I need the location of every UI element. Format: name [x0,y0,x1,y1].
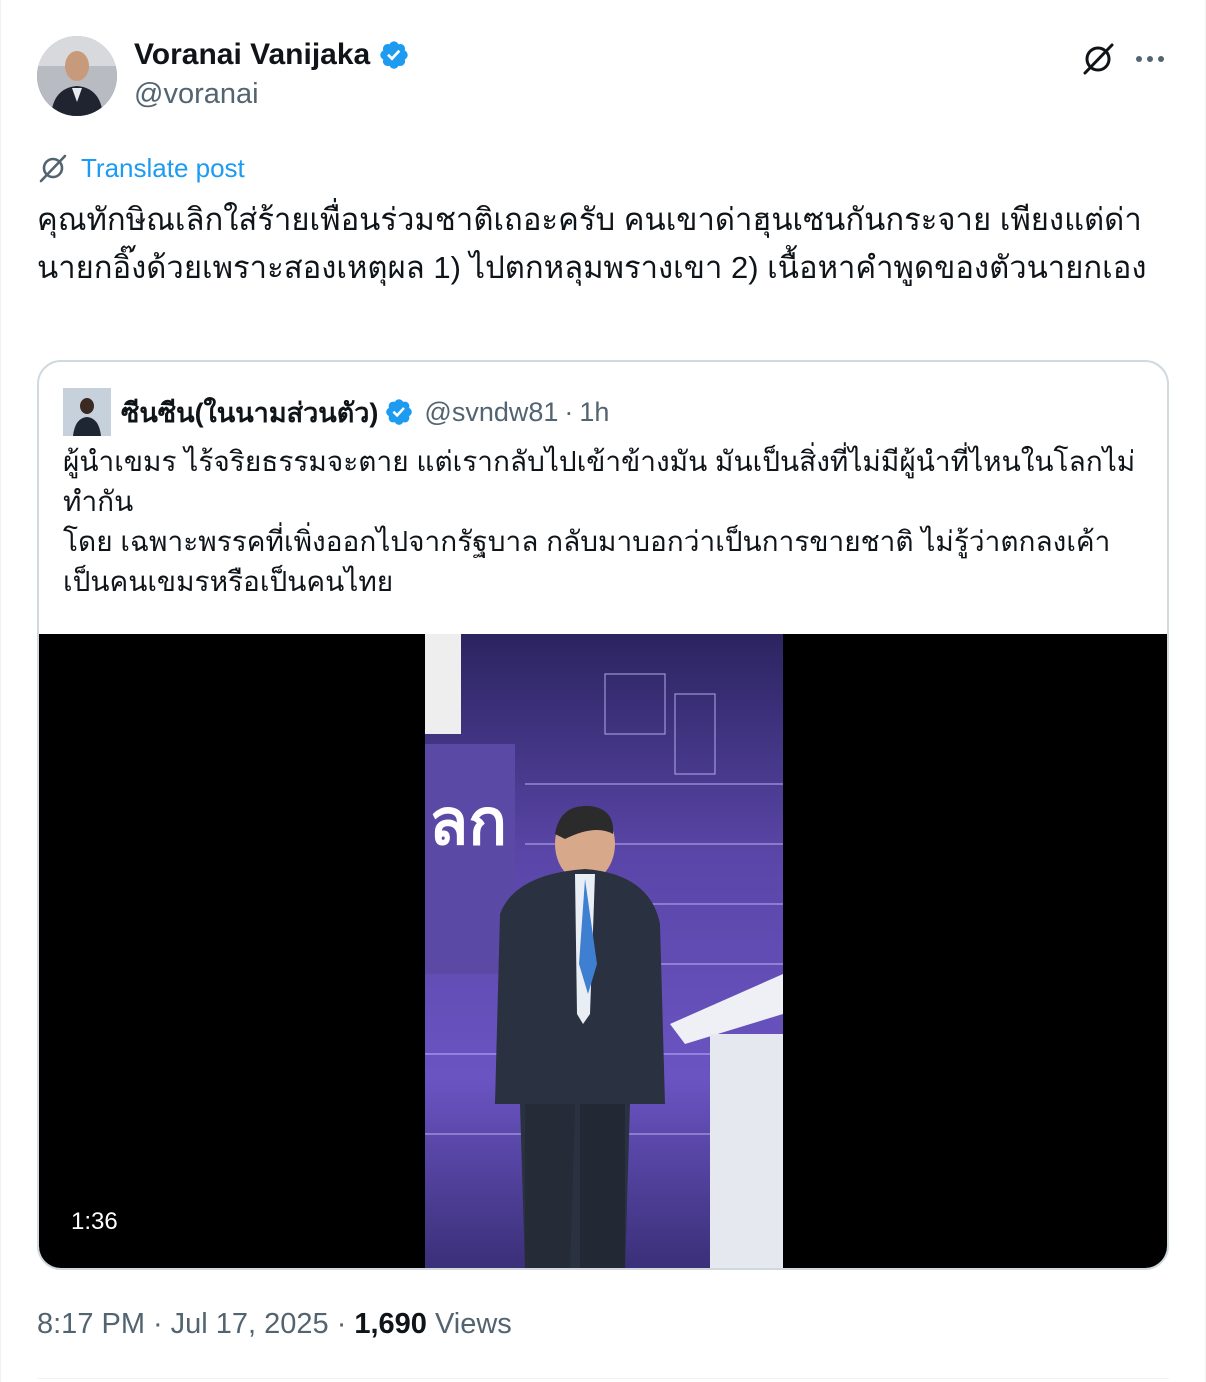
quoted-author-avatar[interactable] [63,388,111,436]
stage-text: ลก [429,786,507,858]
more-options-button[interactable] [1131,40,1169,78]
separator-dot: · [564,396,574,427]
post-time[interactable]: 8:17 PM [37,1308,145,1341]
video-thumbnail: ลก [425,634,783,1268]
post-text: คุณทักษิณเลิกใส่ร้ายเพื่อนร่วมชาติเถอะคร… [37,202,1147,285]
verified-badge-icon [380,41,408,69]
quoted-author-name[interactable]: ซีนซีน(ในนามส่วนตัว) [121,391,378,434]
post-meta: 8:17 PM · Jul 17, 2025 · 1,690 Views [37,1304,512,1344]
post-date[interactable]: Jul 17, 2025 [171,1308,329,1341]
separator-dot: · [336,1307,347,1340]
views-label: Views [434,1307,512,1340]
quoted-post-line: โดย เฉพาะพรรคที่เพิ่งออกไปจากรัฐบาล กลับ… [63,526,1111,597]
quoted-post-line: ผู้นำเขมร ไร้จริยธรรมจะตาย แต่เรากลับไปเ… [63,446,1136,517]
quoted-post-header: ซีนซีน(ในนามส่วนตัว) @svndw81 · 1h [63,388,609,436]
post-detail: Voranai Vanijaka @voranai Translate post… [0,0,1206,1382]
more-icon [1136,56,1164,62]
video-duration: 1:36 [71,1208,118,1235]
grok-icon [1083,43,1114,75]
author-handle[interactable]: @voranai [134,78,259,111]
divider [37,1378,1169,1379]
quoted-post-text: ผู้นำเขมร ไร้จริยธรรมจะตาย แต่เรากลับไปเ… [63,442,1147,602]
video-player[interactable]: ลก 1:36 [39,634,1167,1268]
views-count: 1,690 [354,1307,427,1340]
author-avatar[interactable] [37,36,117,116]
author-name-text[interactable]: Voranai Vanijaka [134,38,370,72]
grok-button[interactable] [1079,40,1117,78]
quoted-post[interactable]: ซีนซีน(ในนามส่วนตัว) @svndw81 · 1h ผู้นำ… [37,360,1169,1270]
translate-post-button[interactable]: Translate post [37,150,245,186]
separator-dot: · [153,1307,163,1340]
translate-post-label[interactable]: Translate post [81,153,245,184]
author-name[interactable]: Voranai Vanijaka [134,38,410,72]
verified-badge-icon [386,399,413,425]
grok-translate-icon [39,154,67,183]
quoted-author-handle[interactable]: @svndw81 [424,397,558,428]
quoted-post-time[interactable]: 1h [579,397,609,428]
